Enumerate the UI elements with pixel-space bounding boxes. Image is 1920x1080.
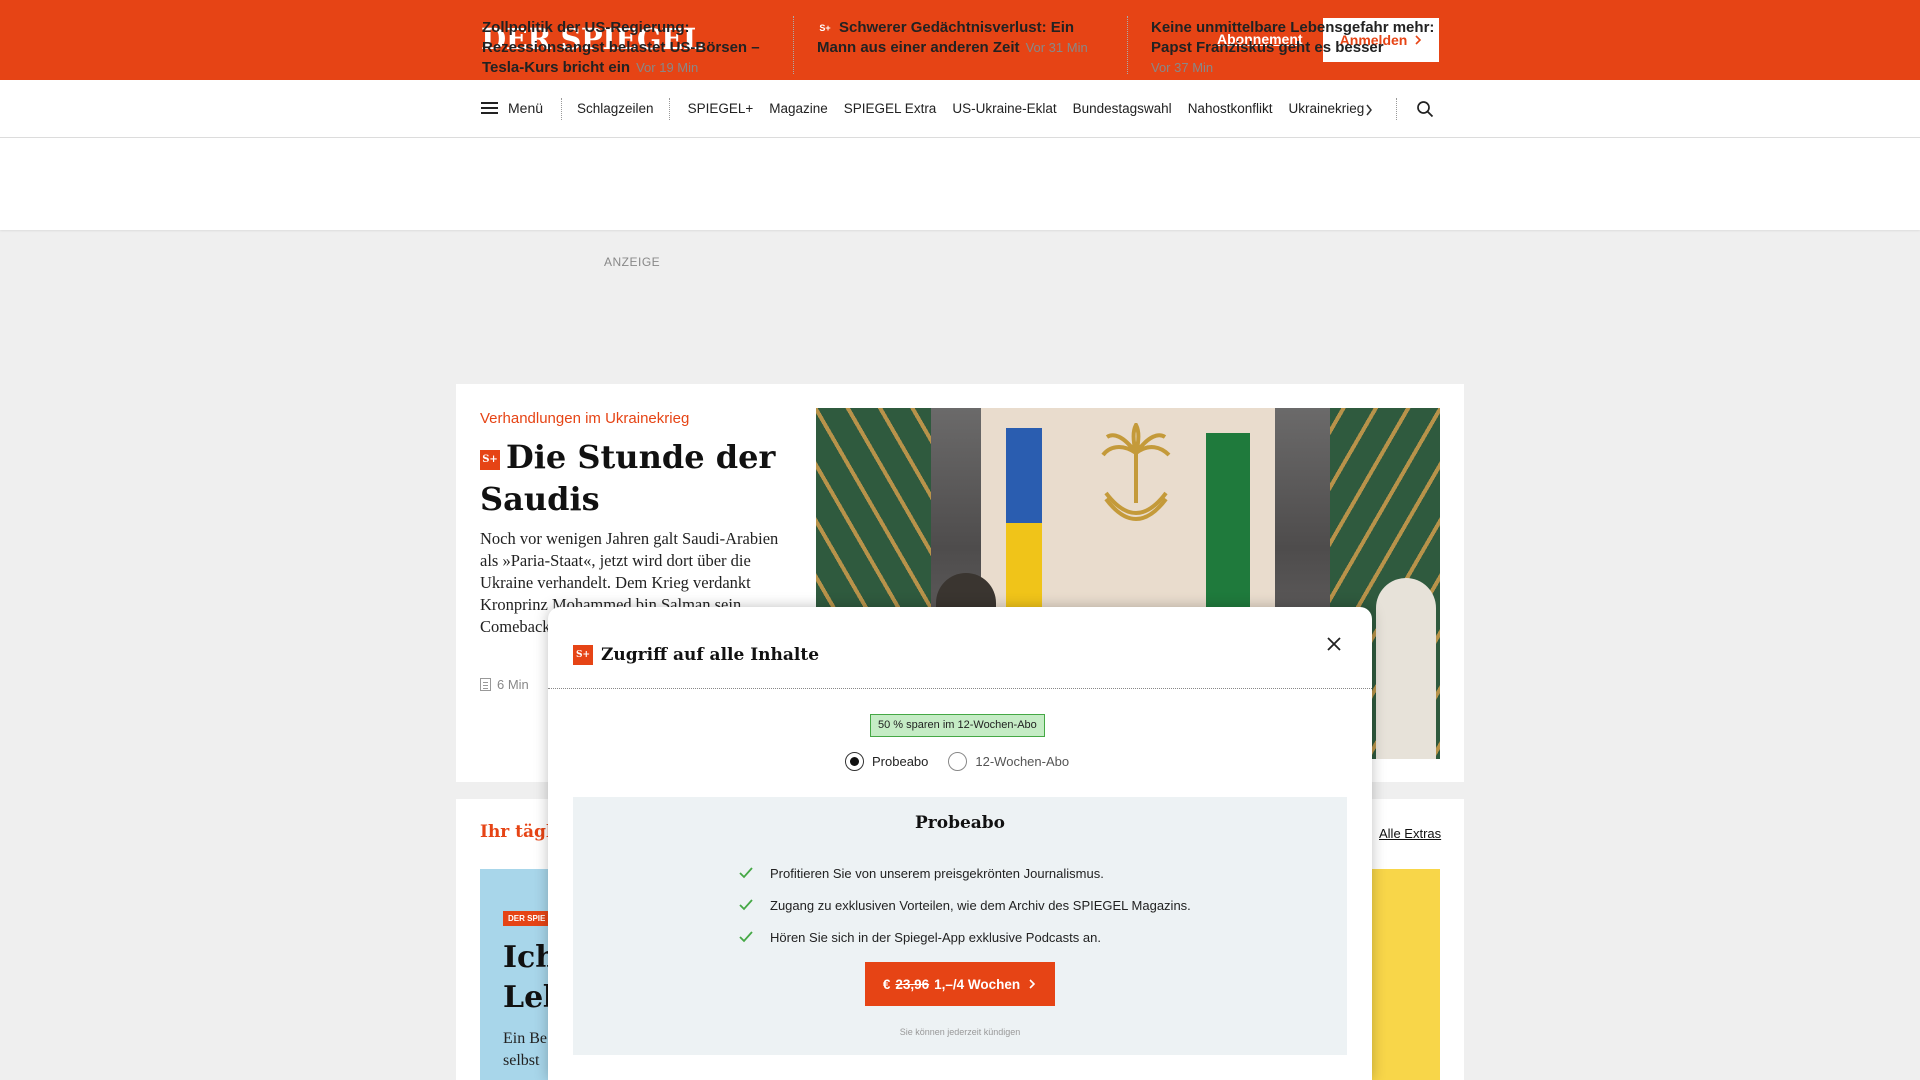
benefit-list: Profitieren Sie von unserem preisgekrönt… [739,857,1191,953]
nav-item-magazine[interactable]: Magazine [769,101,828,116]
extra-badge: DER SPIE [503,911,551,926]
radio-12-wochen-abo[interactable]: 12-Wochen-Abo [948,752,1069,771]
spiegel-plus-icon: S+ [817,20,833,36]
saudi-emblem [1101,423,1171,521]
nav-item-schlagzeilen[interactable]: Schlagzeilen [577,101,654,116]
ticker-title: Keine unmittelbare Lebensgefahr mehr: Pa… [1151,19,1435,56]
radio-label: 12-Wochen-Abo [975,754,1070,769]
document-icon [480,678,491,691]
article-headline[interactable]: S+ Die Stunde der Saudis [480,436,800,520]
nav-divider [1396,98,1397,120]
nav-item-bundestagswahl[interactable]: Bundestagswahl [1073,101,1172,116]
cta-new-price: 1,–/4 Wochen [934,976,1021,992]
cta-old-price: 23,96 [895,976,930,992]
benefit-text: Profitieren Sie von unserem preisgekrönt… [770,865,1104,881]
spiegel-plus-icon: S+ [573,645,593,665]
modal-title: S+ Zugriff auf alle Inhalte [573,645,819,665]
nav-item-us-ukraine-eklat[interactable]: US-Ukraine-Eklat [952,101,1056,116]
ticker-item[interactable]: S+ Schwerer Gedächtnisverlust: Ein Mann a… [817,18,1107,58]
ticker-divider [793,16,794,74]
nav-divider [561,98,562,120]
headline-text: Die Stunde der Saudis [480,438,776,518]
person-right [1376,578,1436,759]
offer-title: Probeabo [914,813,1006,833]
spiegel-plus-icon: S+ [480,450,500,470]
chevron-right-icon[interactable] [1365,104,1373,116]
nav-item-nahostkonflikt[interactable]: Nahostkonflikt [1188,101,1273,116]
all-extras-link[interactable]: Alle Extras [1379,826,1441,841]
checkmark-icon [739,931,753,943]
ticker-divider [1127,16,1128,74]
nav-item-ukrainekrieg[interactable]: Ukrainekrieg [1288,101,1364,116]
search-icon[interactable] [1416,100,1434,118]
cta-currency: € [882,976,891,992]
ticker-time: Vor 19 Min [636,60,699,75]
main-navigation: Menü Schlagzeilen SPIEGEL+ Magazine SPIE… [0,80,1920,138]
ukraine-flag [1006,428,1042,628]
benefit-text: Hören Sie sich in der Spiegel-App exklus… [770,929,1101,945]
benefit-item: Profitieren Sie von unserem preisgekrönt… [739,857,1191,889]
headline-ticker [0,138,1920,230]
ticker-title: Zollpolitik der US-Regierung: Rezessions… [482,19,760,76]
radio-unselected-icon [948,752,968,771]
read-time-label: 6 Min [497,677,529,692]
read-time: 6 Min [480,677,529,692]
ticker-item[interactable]: Keine unmittelbare Lebensgefahr mehr: Pa… [1151,18,1441,78]
benefit-item: Hören Sie sich in der Spiegel-App exklus… [739,921,1191,953]
cancel-note: Sie können jederzeit kündigen [899,1027,1021,1037]
modal-title-text: Zugriff auf alle Inhalte [601,645,820,665]
nav-item-spiegel-plus[interactable]: SPIEGEL+ [688,101,754,116]
chevron-right-icon [1029,979,1036,989]
close-icon[interactable] [1324,634,1344,654]
save-badge: 50 % sparen im 12-Wochen-Abo [870,714,1045,737]
plan-selector: Probeabo 12-Wochen-Abo [845,752,1069,771]
radio-probeabo[interactable]: Probeabo [845,752,928,771]
menu-button[interactable]: Menü [481,100,543,116]
ticker-time: Vor 31 Min [1025,40,1088,55]
radio-label: Probeabo [872,754,929,769]
radio-selected-icon [845,752,864,771]
benefit-text: Zugang zu exklusiven Vorteilen, wie dem … [770,897,1191,913]
ticker-time: Vor 37 Min [1151,60,1214,75]
menu-label: Menü [508,100,544,116]
extra-teaser: Ein Be selbst [503,1030,547,1069]
nav-item-spiegel-extra[interactable]: SPIEGEL Extra [844,101,937,116]
extra-image[interactable] [1371,869,1440,1080]
checkmark-icon [739,867,753,879]
nav-items: Schlagzeilen SPIEGEL+ Magazine SPIEGEL E… [577,101,1364,116]
ticker-item[interactable]: Zollpolitik der US-Regierung: Rezessions… [482,18,772,78]
modal-divider [548,688,1372,689]
article-kicker[interactable]: Verhandlungen im Ukrainekrieg [480,410,689,427]
checkmark-icon [739,899,753,911]
hamburger-icon [481,102,498,114]
ad-label: ANZEIGE [604,255,661,269]
benefit-item: Zugang zu exklusiven Vorteilen, wie dem … [739,889,1191,921]
subscribe-button[interactable]: € 23,96 1,–/4 Wochen [865,962,1055,1006]
